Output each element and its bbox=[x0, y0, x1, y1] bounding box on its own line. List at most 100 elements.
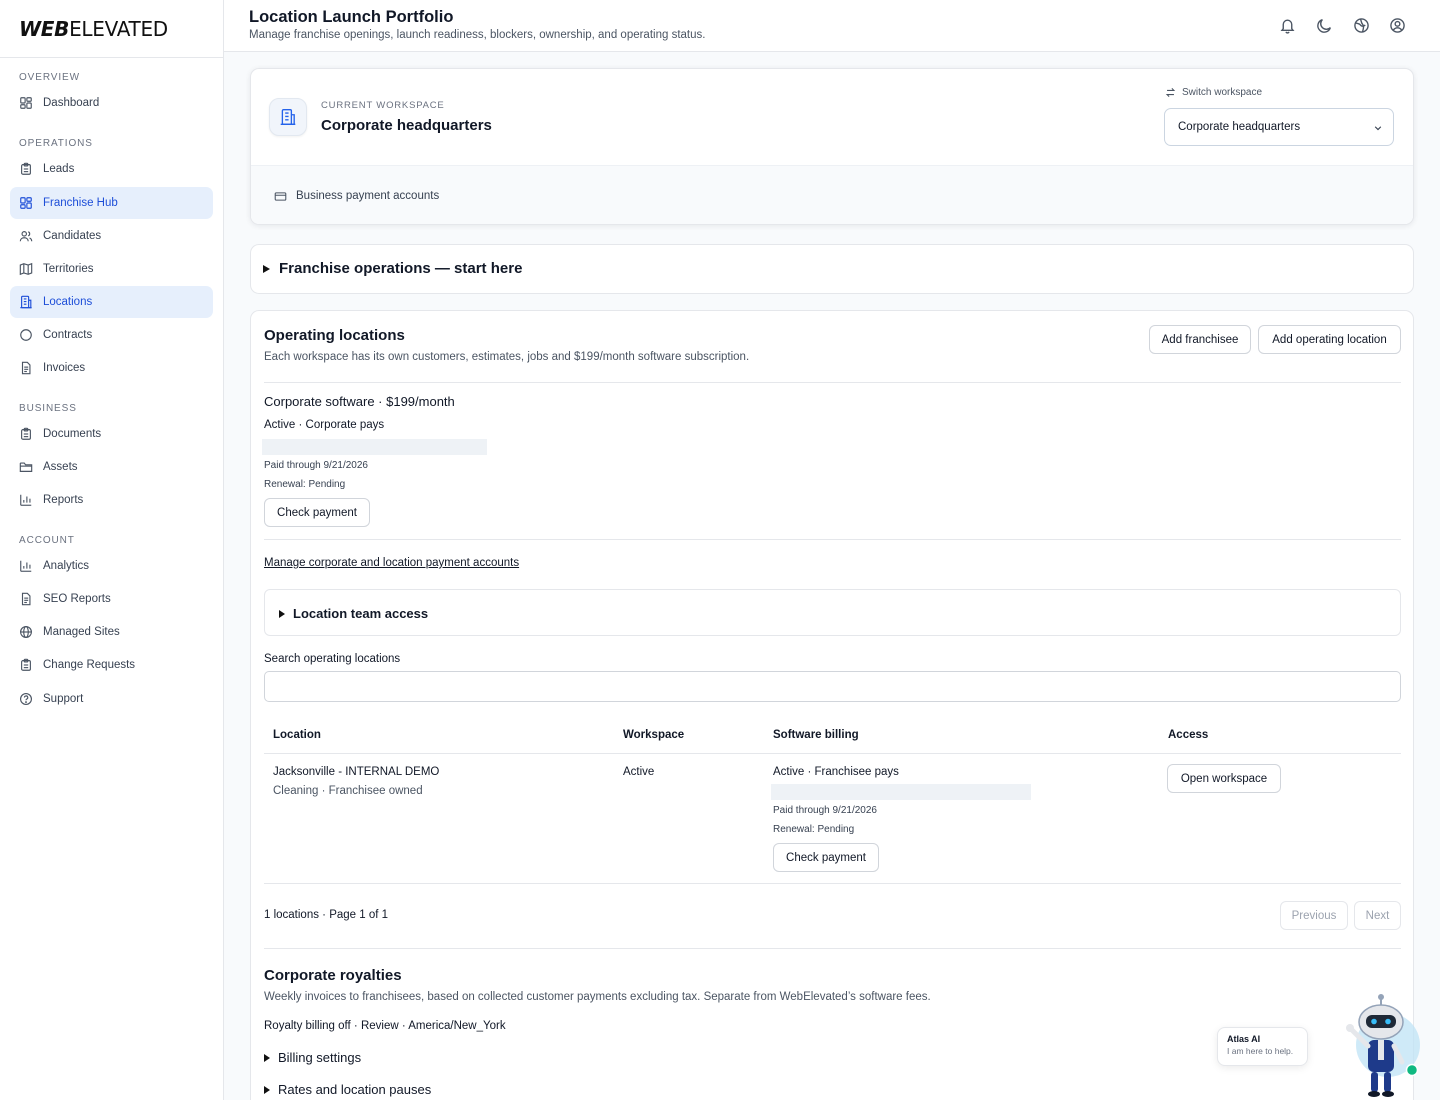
search-locations-input[interactable] bbox=[264, 671, 1401, 702]
users-icon bbox=[19, 231, 33, 242]
corporate-renewal-status: Renewal: Pending bbox=[264, 479, 346, 490]
sidebar-item-dashboard[interactable]: Dashboard bbox=[10, 87, 213, 119]
add-franchisee-button[interactable]: Add franchisee bbox=[1149, 325, 1251, 354]
corporate-royalties-title: Corporate royalties bbox=[264, 967, 402, 984]
current-workspace-label: CURRENT WORKSPACE bbox=[321, 100, 445, 111]
billing-settings-toggle[interactable]: Billing settings bbox=[264, 1050, 361, 1065]
robot-assistant-icon[interactable] bbox=[1336, 990, 1426, 1100]
corporate-software-status: Active · Corporate pays bbox=[264, 419, 385, 431]
nav-section-account: ACCOUNT bbox=[19, 535, 75, 546]
sidebar-item-change-requests[interactable]: Change Requests bbox=[10, 649, 213, 681]
column-header-access: Access bbox=[1168, 729, 1209, 741]
sidebar-item-seo-reports[interactable]: SEO Reports bbox=[10, 583, 213, 615]
sidebar-item-managed-sites[interactable]: Managed Sites bbox=[10, 616, 213, 648]
sidebar-item-analytics[interactable]: Analytics bbox=[10, 550, 213, 582]
clipboard-icon bbox=[21, 162, 31, 175]
corporate-billing-progress-bar bbox=[262, 439, 487, 455]
document-icon bbox=[21, 361, 31, 375]
sidebar-item-label: Support bbox=[43, 693, 84, 705]
top-bar: Location Launch Portfolio Manage franchi… bbox=[224, 0, 1440, 52]
manage-payment-accounts-link[interactable]: Manage corporate and location payment ac… bbox=[264, 557, 519, 569]
bar-chart-icon bbox=[20, 560, 32, 572]
switch-workspace-text: Switch workspace bbox=[1182, 87, 1263, 98]
business-payment-accounts-link[interactable]: Business payment accounts bbox=[251, 165, 1413, 224]
franchise-operations-card: Franchise operations — start here bbox=[250, 244, 1414, 294]
billing-settings-summary: Billing settings bbox=[278, 1050, 362, 1065]
disclosure-triangle-icon bbox=[264, 1085, 270, 1094]
operating-locations-description: Each workspace has its own customers, es… bbox=[264, 351, 750, 363]
sidebar-item-candidates[interactable]: Candidates bbox=[10, 220, 213, 252]
business-payment-accounts-text: Business payment accounts bbox=[296, 190, 440, 202]
location-team-access-summary: Location team access bbox=[293, 606, 429, 621]
nav-section-overview: OVERVIEW bbox=[19, 72, 80, 83]
sidebar-item-label: Assets bbox=[43, 461, 78, 473]
sidebar-item-invoices[interactable]: Invoices bbox=[10, 352, 213, 384]
sidebar-item-label: Managed Sites bbox=[43, 626, 120, 638]
check-payment-button[interactable]: Check payment bbox=[773, 843, 879, 872]
workspace-status: Active bbox=[623, 766, 655, 778]
sidebar-item-support[interactable]: Support bbox=[10, 683, 213, 715]
sidebar-item-label: Change Requests bbox=[43, 659, 136, 671]
corporate-royalties-description: Weekly invoices to franchisees, based on… bbox=[264, 991, 931, 1003]
sidebar-item-franchise-hub[interactable]: Franchise Hub bbox=[10, 187, 213, 219]
rates-location-pauses-toggle[interactable]: Rates and location pauses bbox=[264, 1082, 431, 1097]
clipboard-icon bbox=[21, 427, 31, 440]
pagination-summary: 1 locations · Page 1 of 1 bbox=[264, 909, 389, 921]
sidebar-item-documents[interactable]: Documents bbox=[10, 418, 213, 450]
sidebar-item-reports[interactable]: Reports bbox=[10, 484, 213, 516]
corporate-paid-through: Paid through 9/21/2026 bbox=[264, 460, 368, 471]
sidebar-item-locations[interactable]: Locations bbox=[10, 286, 213, 318]
disclosure-triangle-icon bbox=[263, 264, 270, 273]
page-title: Location Launch Portfolio bbox=[249, 8, 454, 26]
sidebar-item-leads[interactable]: Leads bbox=[10, 153, 213, 185]
help-circle-icon bbox=[20, 693, 32, 705]
user-circle-icon[interactable] bbox=[1389, 17, 1406, 34]
sidebar-item-label: Dashboard bbox=[43, 97, 100, 109]
column-header-location: Location bbox=[273, 729, 321, 741]
royalty-billing-status: Royalty billing off · Review · America/N… bbox=[264, 1020, 506, 1032]
workspace-select[interactable]: Corporate headquarters bbox=[1164, 108, 1394, 146]
globe-icon[interactable] bbox=[1353, 17, 1370, 34]
location-team-access-card: Location team access bbox=[264, 589, 1401, 636]
switch-workspace-label: Switch workspace bbox=[1165, 87, 1262, 98]
sidebar-item-label: Locations bbox=[43, 296, 93, 308]
circle-icon bbox=[20, 329, 32, 341]
operating-locations-card: Operating locations Each workspace has i… bbox=[250, 310, 1414, 1100]
location-subtitle: Cleaning · Franchisee owned bbox=[273, 785, 423, 797]
location-billing-progress-bar bbox=[771, 784, 1031, 800]
bar-chart-icon bbox=[20, 494, 32, 506]
grid-icon bbox=[20, 97, 32, 109]
location-team-access-toggle[interactable]: Location team access bbox=[279, 606, 428, 621]
globe-icon bbox=[20, 626, 32, 638]
logo-light-text: ELEVATED bbox=[69, 16, 168, 41]
sidebar-item-label: Territories bbox=[43, 263, 94, 275]
open-workspace-button[interactable]: Open workspace bbox=[1167, 764, 1281, 793]
franchise-operations-toggle[interactable]: Franchise operations — start here bbox=[263, 260, 522, 277]
sidebar-item-contracts[interactable]: Contracts bbox=[10, 319, 213, 351]
table-header-divider bbox=[264, 753, 1401, 754]
next-page-button[interactable]: Next bbox=[1354, 901, 1401, 930]
divider bbox=[264, 539, 1401, 540]
previous-page-button[interactable]: Previous bbox=[1280, 901, 1348, 930]
nav-section-business: BUSINESS bbox=[19, 403, 77, 414]
franchise-operations-summary: Franchise operations — start here bbox=[279, 260, 523, 277]
column-header-software-billing: Software billing bbox=[773, 729, 859, 741]
sidebar-item-label: Analytics bbox=[43, 560, 90, 572]
sidebar-item-label: SEO Reports bbox=[43, 593, 111, 605]
chat-title: Atlas AI bbox=[1227, 1034, 1261, 1044]
sidebar-item-assets[interactable]: Assets bbox=[10, 451, 213, 483]
sidebar-item-label: Invoices bbox=[43, 362, 86, 374]
sidebar: WEBELEVATED OVERVIEW OPERATIONS BUSINESS… bbox=[0, 0, 224, 1100]
sidebar-item-label: Leads bbox=[43, 163, 75, 175]
workspace-select-value: Corporate headquarters bbox=[1178, 121, 1301, 133]
corporate-software-title: Corporate software · $199/month bbox=[264, 394, 455, 409]
add-operating-location-button[interactable]: Add operating location bbox=[1258, 325, 1401, 354]
chevron-down-icon bbox=[1374, 126, 1382, 131]
atlas-ai-chat-bubble[interactable]: Atlas AI I am here to help. bbox=[1217, 1027, 1308, 1066]
rates-location-pauses-summary: Rates and location pauses bbox=[278, 1082, 432, 1097]
moon-icon[interactable] bbox=[1316, 17, 1333, 34]
sidebar-item-territories[interactable]: Territories bbox=[10, 253, 213, 285]
bell-icon[interactable] bbox=[1279, 17, 1296, 34]
check-payment-button[interactable]: Check payment bbox=[264, 498, 370, 527]
brand-logo[interactable]: WEBELEVATED bbox=[0, 0, 223, 58]
